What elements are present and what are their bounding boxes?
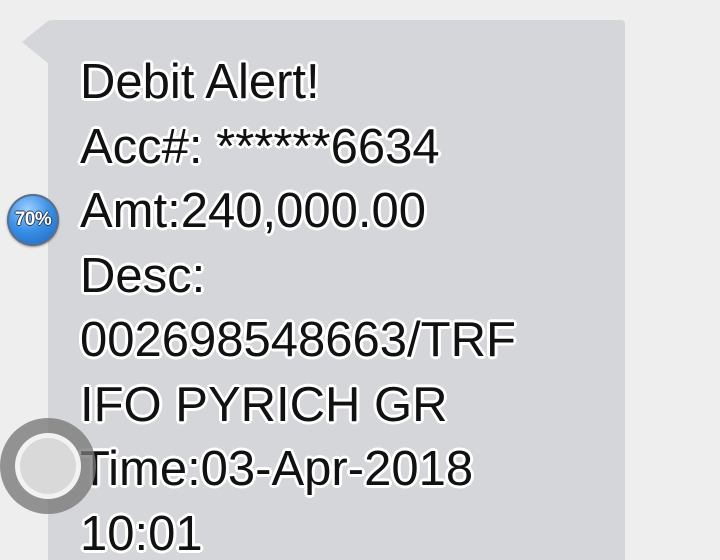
message-line-account: Acc#: ******6634: [80, 119, 440, 174]
sms-screen: Debit Alert! Acc#: ******6634 Amt:240,00…: [0, 0, 720, 560]
message-line-desc-ref: 002698548663/TRF: [80, 313, 516, 367]
assistive-touch-icon[interactable]: [0, 418, 96, 514]
message-line-title: Debit Alert!: [80, 55, 320, 109]
message-line-clock: 10:01: [80, 506, 203, 560]
battery-percent: 70%: [14, 209, 52, 230]
bubble-tail: [22, 20, 49, 64]
message-line-desc-label: Desc:: [80, 248, 206, 303]
battery-badge-icon[interactable]: 70%: [7, 194, 59, 246]
message-line-desc-detail: IFO PYRICH GR: [80, 377, 448, 432]
assistive-touch-center: [20, 438, 76, 494]
message-line-time: Time:03-Apr-2018: [80, 442, 474, 496]
message-text: Debit Alert! Acc#: ******6634 Amt:240,00…: [80, 50, 620, 560]
message-line-amount: Amt:240,000.00: [80, 184, 426, 238]
